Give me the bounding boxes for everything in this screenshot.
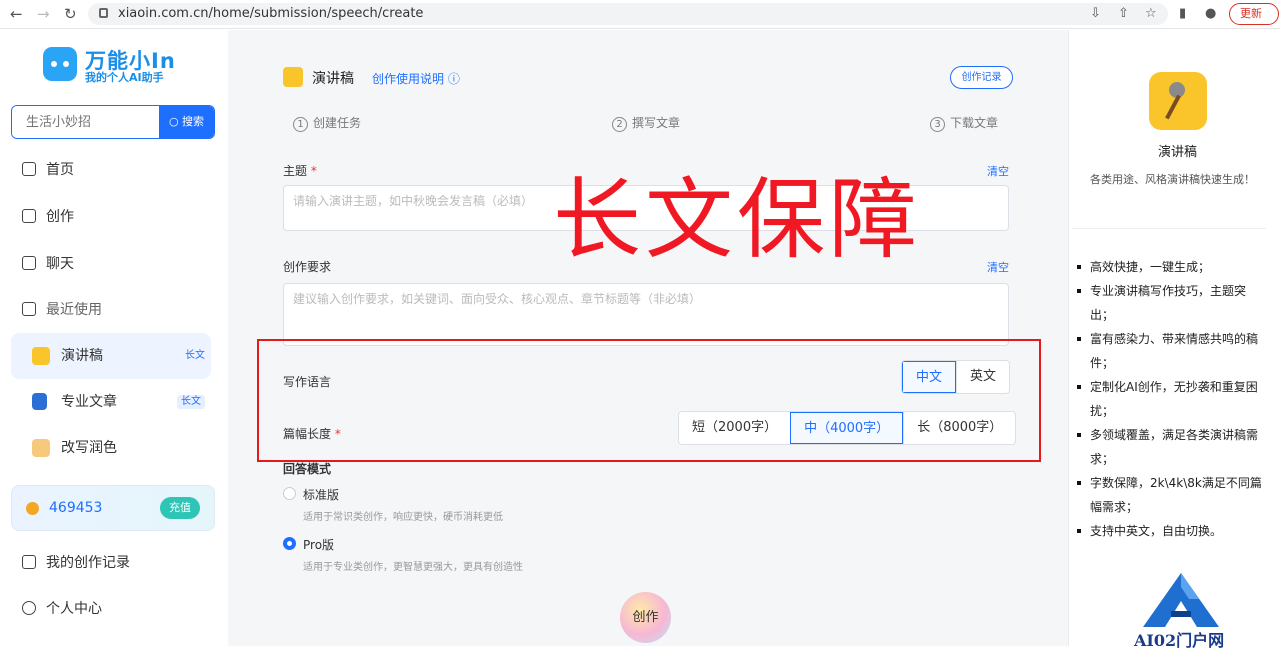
info-subtitle: 各类用途、风格演讲稿快速生成！ [1090, 173, 1255, 186]
topic-clear-button[interactable]: 清空 [987, 163, 1009, 179]
recharge-button[interactable]: 充值 [160, 497, 200, 519]
step-label: 下载文章 [950, 116, 999, 130]
logo-robot-icon[interactable] [43, 47, 77, 81]
forward-icon[interactable]: → [37, 5, 50, 23]
search-box: ○ 搜索 [11, 105, 215, 139]
step-number: 3 [930, 117, 945, 132]
step-label: 撰写文章 [632, 116, 681, 130]
feature-item: 支持中英文，自由切换。 [1076, 519, 1268, 543]
reload-icon[interactable]: ↻ [64, 5, 77, 23]
requirements-label: 创作要求 [283, 260, 332, 274]
share-icon[interactable]: ⇧ [1118, 6, 1129, 21]
nav-chat[interactable]: 聊天 [22, 252, 74, 276]
rewrite-icon [32, 439, 50, 457]
long-text-tag: 长文 [185, 350, 205, 361]
update-button[interactable]: 更新 [1229, 3, 1279, 25]
recent-item-rewrite[interactable]: 改写润色 [11, 425, 211, 471]
highlight-annotation-box [257, 339, 1041, 462]
speech-icon [283, 67, 303, 87]
create-button[interactable]: 创作 [620, 592, 671, 643]
home-icon [22, 162, 36, 176]
coin-balance-card: 469453 充值 [11, 485, 215, 531]
creation-records-button[interactable]: 创作记录 [950, 66, 1013, 89]
step-label: 创建任务 [313, 116, 362, 130]
speech-icon [32, 347, 50, 365]
feature-item: 定制化AI创作，无抄袭和重复困扰； [1076, 375, 1268, 423]
logo-subtitle: 我的个人AI助手 [85, 71, 164, 84]
feature-item: 专业演讲稿写作技巧，主题突出； [1076, 279, 1268, 327]
step-2: 2 撰写文章 [612, 114, 680, 132]
mode-pro-label[interactable]: Pro版 [303, 536, 334, 553]
back-icon[interactable]: ← [10, 5, 23, 23]
chat-icon [22, 256, 36, 270]
nav-my-records[interactable]: 我的创作记录 [22, 551, 130, 575]
long-text-tag: 长文 [177, 395, 205, 409]
step-number: 1 [293, 117, 308, 132]
nav-home[interactable]: 首页 [22, 158, 74, 182]
feature-item: 富有感染力、带来情感共鸣的稿件； [1076, 327, 1268, 375]
requirements-textarea[interactable]: 建议输入创作要求，如关键词、面向受众、核心观点、章节标题等（非必填） [283, 283, 1009, 346]
nav-recent-label: 最近使用 [46, 302, 102, 318]
feature-item: 多领域覆盖，满足各类演讲稿需求； [1076, 423, 1268, 471]
nav-recent[interactable]: 最近使用 [22, 298, 102, 322]
recent-item-speech[interactable]: 演讲稿 长文 [11, 333, 211, 379]
bookmark-star-icon[interactable]: ☆ [1145, 6, 1157, 21]
required-mark: * [310, 164, 317, 178]
usage-guide-link[interactable]: 创作使用说明 ⓘ [372, 70, 460, 87]
nav-profile-label: 个人中心 [46, 601, 102, 617]
feature-item: 字数保障，2k\4k\8k满足不同篇幅需求； [1076, 471, 1268, 519]
user-icon [22, 601, 36, 615]
address-bar[interactable]: xiaoin.com.cn/home/submission/speech/cre… [88, 3, 1168, 25]
word-doc-icon [32, 393, 47, 410]
mode-standard-desc: 适用于常识类创作，响应更快，硬币消耗更低 [303, 512, 503, 523]
topic-label-text: 主题 [283, 164, 308, 178]
recent-item-label: 改写润色 [61, 440, 117, 456]
recent-item-label: 专业文章 [61, 394, 117, 410]
search-input[interactable] [12, 106, 160, 138]
browser-toolbar: ← → ↻ xiaoin.com.cn/home/submission/spee… [0, 0, 1280, 29]
feature-item: 高效快捷，一键生成； [1076, 255, 1268, 279]
answer-mode-label: 回答模式 [283, 462, 332, 476]
microphone-icon [1149, 72, 1207, 130]
profile-avatar-icon[interactable]: ● [1205, 6, 1216, 21]
coin-icon [26, 502, 39, 515]
edit-icon [22, 209, 36, 223]
info-title: 演讲稿 [1158, 145, 1198, 160]
step-3: 3 下载文章 [930, 114, 998, 132]
watermark-overlay-text: 长文保障 [553, 168, 922, 271]
nav-create-label: 创作 [46, 209, 74, 225]
recent-item-article[interactable]: 专业文章 长文 [11, 379, 211, 425]
feature-list: 高效快捷，一键生成； 专业演讲稿写作技巧，主题突出； 富有感染力、带来情感共鸣的… [1076, 255, 1268, 543]
recent-item-label: 演讲稿 [61, 348, 103, 364]
requirements-clear-button[interactable]: 清空 [987, 259, 1009, 275]
recent-icon [22, 302, 36, 316]
search-button[interactable]: ○ 搜索 [159, 106, 214, 138]
nav-create[interactable]: 创作 [22, 205, 74, 229]
mode-pro-desc: 适用于专业类创作，更智慧更强大，更具有创造性 [303, 562, 523, 573]
step-1: 1 创建任务 [293, 114, 361, 132]
coin-balance: 469453 [49, 500, 103, 516]
nav-chat-label: 聊天 [46, 256, 74, 272]
step-number: 2 [612, 117, 627, 132]
lock-icon[interactable] [99, 8, 108, 18]
record-icon [22, 555, 36, 569]
nav-my-records-label: 我的创作记录 [46, 555, 130, 571]
divider [1072, 228, 1266, 229]
nav-home-label: 首页 [46, 162, 74, 178]
mode-standard-radio[interactable] [283, 487, 296, 500]
nav-profile[interactable]: 个人中心 [22, 597, 102, 621]
mode-standard-label[interactable]: 标准版 [303, 486, 339, 503]
search-icon: ○ [168, 115, 183, 128]
sidebar-toggle-icon[interactable]: ▮ [1179, 6, 1186, 21]
page-title: 演讲稿 [312, 71, 354, 87]
topic-label: 主题 * [283, 162, 317, 179]
brand-text: AI02门户网 [1134, 631, 1225, 650]
mode-pro-radio[interactable] [283, 537, 296, 550]
download-icon[interactable]: ⇩ [1090, 6, 1101, 21]
brand-logo-icon [1143, 573, 1219, 627]
search-button-label: 搜索 [182, 115, 205, 128]
